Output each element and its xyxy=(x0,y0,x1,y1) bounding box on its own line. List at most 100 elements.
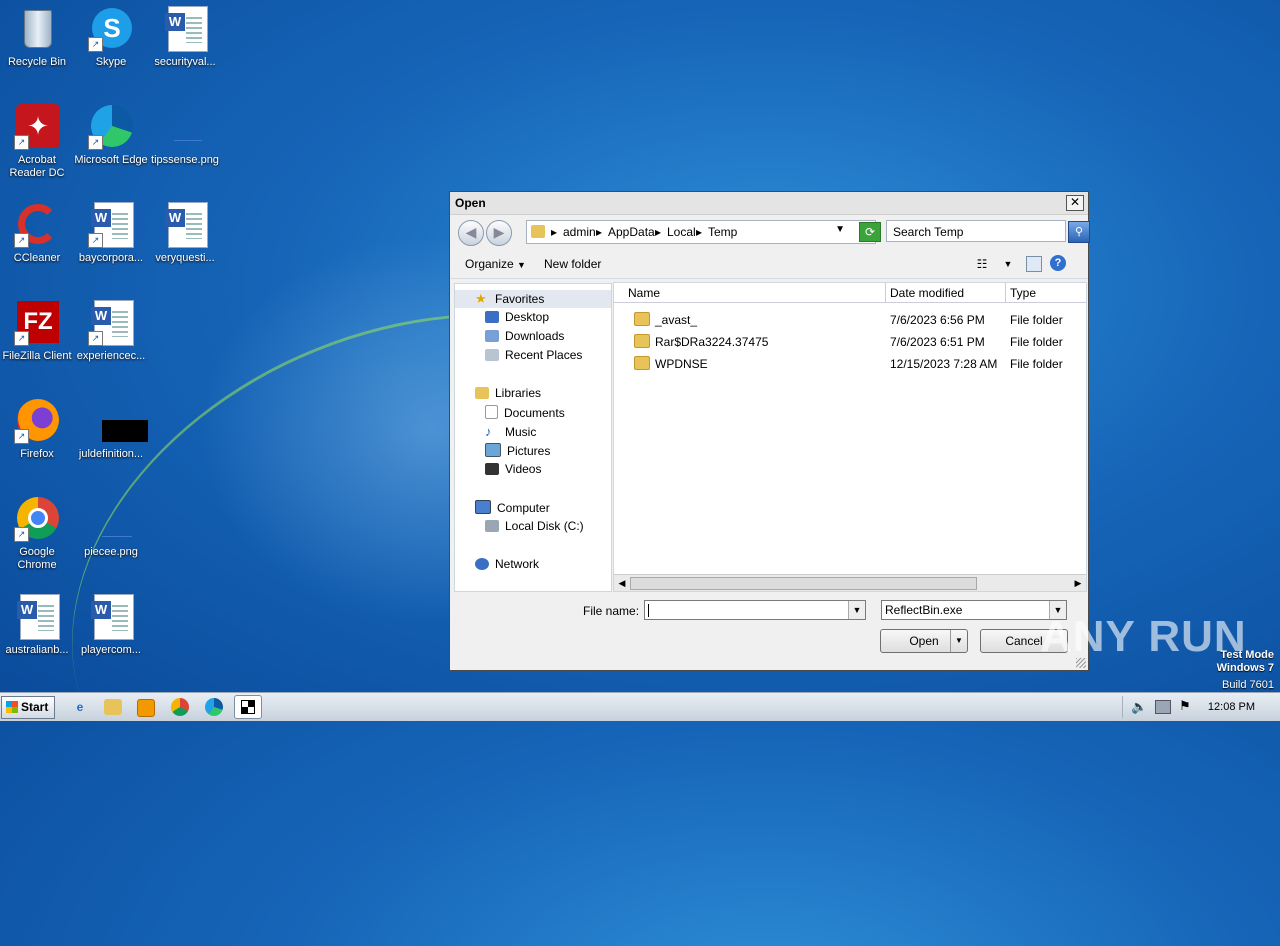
firefox-icon: ↗ xyxy=(14,398,60,444)
preview-pane-icon[interactable] xyxy=(1026,256,1042,272)
clock[interactable]: 12:08 PM xyxy=(1208,701,1255,713)
shortcut-arrow-icon: ↗ xyxy=(14,429,29,444)
nav-music[interactable]: ♪ Music xyxy=(485,424,536,439)
desktop-icon-filezilla[interactable]: FZ ↗ FileZilla Client xyxy=(0,300,74,363)
nav-local-disk[interactable]: Local Disk (C:) xyxy=(485,519,584,533)
nav-network[interactable]: Network xyxy=(475,557,539,571)
disk-icon xyxy=(485,520,499,532)
nav-recent-places-label: Recent Places xyxy=(505,348,583,362)
file-date: 7/6/2023 6:51 PM xyxy=(890,335,985,349)
image-file-icon xyxy=(88,496,134,542)
open-button[interactable]: Open ▼ xyxy=(880,629,968,653)
image-file-icon xyxy=(88,398,148,444)
folder-icon xyxy=(531,225,545,238)
desktop-icon-acrobat[interactable]: ✦ ↗ Acrobat Reader DC xyxy=(0,104,74,180)
desktop-icon-veryquesti[interactable]: W veryquesti... xyxy=(148,202,222,265)
explorer-icon[interactable] xyxy=(104,699,122,715)
scroll-left-icon[interactable]: ◀ xyxy=(615,576,629,590)
desktop-icon-firefox[interactable]: ↗ Firefox xyxy=(0,398,74,461)
volume-icon[interactable]: 🔈 xyxy=(1131,699,1147,715)
desktop-icon-chrome[interactable]: ↗ Google Chrome xyxy=(0,496,74,572)
desktop-icon-baycorpora[interactable]: W ↗ baycorpora... xyxy=(74,202,148,265)
media-player-icon[interactable] xyxy=(137,699,155,717)
desktop-icon-juldefinition[interactable]: juldefinition... xyxy=(74,398,148,461)
chevron-down-icon[interactable]: ▼ xyxy=(1000,256,1016,272)
desktop-icon-australianb[interactable]: W australianb... xyxy=(0,594,74,657)
file-type-filter-value: ReflectBin.exe xyxy=(885,603,963,617)
file-row[interactable]: _avast_ 7/6/2023 6:56 PM File folder xyxy=(614,310,1086,330)
chevron-down-icon: ▼ xyxy=(517,260,526,270)
file-row[interactable]: WPDNSE 12/15/2023 7:28 AM File folder xyxy=(614,354,1086,374)
forward-button[interactable]: ▶ xyxy=(486,220,512,246)
nav-downloads[interactable]: Downloads xyxy=(485,329,564,343)
nav-desktop[interactable]: Desktop xyxy=(485,310,549,324)
chrome-icon[interactable] xyxy=(171,698,189,716)
address-bar[interactable]: ▸ admin ▸ AppData ▸ Local ▸ Temp ▼ xyxy=(526,220,876,244)
active-window-button[interactable] xyxy=(234,695,262,719)
organize-label: Organize xyxy=(465,257,514,271)
refresh-button[interactable]: ⟳ xyxy=(859,222,881,242)
desktop-icon-tipssense[interactable]: tipssense.png xyxy=(148,104,222,167)
desktop-icon-securityval[interactable]: W securityval... xyxy=(148,6,222,69)
edge-icon[interactable] xyxy=(205,698,223,716)
nav-favorites[interactable]: ★ Favorites xyxy=(475,291,544,306)
network-tray-icon[interactable] xyxy=(1155,700,1171,714)
recent-places-icon xyxy=(485,349,499,361)
scrollbar-thumb[interactable] xyxy=(630,577,977,590)
nav-pictures[interactable]: Pictures xyxy=(485,443,550,458)
help-icon[interactable]: ? xyxy=(1050,255,1066,271)
search-input[interactable]: Search Temp xyxy=(886,220,1066,242)
dialog-titlebar[interactable]: Open ✕ xyxy=(450,192,1088,215)
filezilla-icon: FZ ↗ xyxy=(14,300,60,346)
start-button[interactable]: Start xyxy=(1,696,55,719)
breadcrumb-appdata[interactable]: AppData xyxy=(608,225,655,239)
desktop-icon-skype[interactable]: S ↗ Skype xyxy=(74,6,148,69)
documents-icon xyxy=(485,405,498,419)
internet-explorer-icon[interactable]: e xyxy=(70,697,90,717)
file-row[interactable]: Rar$DRa3224.37475 7/6/2023 6:51 PM File … xyxy=(614,332,1086,352)
action-center-flag-icon[interactable]: ⚑ xyxy=(1179,698,1191,714)
scroll-right-icon[interactable]: ▶ xyxy=(1071,576,1085,590)
shortcut-arrow-icon: ↗ xyxy=(88,331,103,346)
desktop-icon-piecee[interactable]: piecee.png xyxy=(74,496,148,559)
nav-computer[interactable]: Computer xyxy=(475,500,550,515)
column-header-type[interactable]: Type xyxy=(1006,283,1086,303)
desktop-icon-label: Acrobat Reader DC xyxy=(9,154,65,179)
breadcrumb-admin[interactable]: admin xyxy=(563,225,596,239)
desktop-icon-label: CCleaner xyxy=(13,252,61,264)
breadcrumb-local[interactable]: Local xyxy=(667,225,696,239)
desktop-icon-label: piecee.png xyxy=(84,546,138,558)
desktop-icon-edge[interactable]: ↗ Microsoft Edge xyxy=(74,104,148,167)
column-header-date[interactable]: Date modified xyxy=(886,283,1006,303)
nav-recent-places[interactable]: Recent Places xyxy=(485,348,582,362)
skype-icon: S ↗ xyxy=(88,6,134,52)
desktop-icon-ccleaner[interactable]: ↗ CCleaner xyxy=(0,202,74,265)
breadcrumb-separator-icon: ▸ xyxy=(655,225,662,239)
chevron-down-icon[interactable]: ▼ xyxy=(835,224,845,235)
folder-icon xyxy=(634,356,650,370)
nav-documents[interactable]: Documents xyxy=(485,405,565,420)
nav-computer-label: Computer xyxy=(497,501,550,515)
horizontal-scrollbar[interactable]: ◀ ▶ xyxy=(614,574,1086,591)
column-header-name[interactable]: Name xyxy=(614,283,886,303)
star-icon: ★ xyxy=(475,291,487,306)
file-name-input[interactable]: ▼ xyxy=(644,600,866,620)
desktop-icon-label: playercom... xyxy=(81,644,141,656)
new-folder-button[interactable]: New folder xyxy=(544,257,601,271)
search-icon[interactable]: ⚲ xyxy=(1068,221,1090,243)
close-button[interactable]: ✕ xyxy=(1066,195,1084,211)
shortcut-arrow-icon: ↗ xyxy=(14,331,29,346)
organize-button[interactable]: Organize ▼ xyxy=(465,257,526,271)
desktop-icon-playercom[interactable]: W playercom... xyxy=(74,594,148,657)
open-split-arrow-icon[interactable]: ▼ xyxy=(950,630,967,652)
chevron-down-icon[interactable]: ▼ xyxy=(848,601,865,619)
nav-libraries[interactable]: Libraries xyxy=(475,386,541,400)
desktop-icon-label: experiencec... xyxy=(76,350,146,362)
back-button[interactable]: ◀ xyxy=(458,220,484,246)
desktop-icon-experiencec[interactable]: W ↗ experiencec... xyxy=(74,300,148,363)
desktop-icon-recycle-bin[interactable]: Recycle Bin xyxy=(0,6,74,69)
pictures-icon xyxy=(485,443,501,457)
nav-videos[interactable]: Videos xyxy=(485,462,541,476)
view-options-icon[interactable]: ☷ xyxy=(974,256,990,272)
breadcrumb-temp[interactable]: Temp xyxy=(708,225,737,239)
